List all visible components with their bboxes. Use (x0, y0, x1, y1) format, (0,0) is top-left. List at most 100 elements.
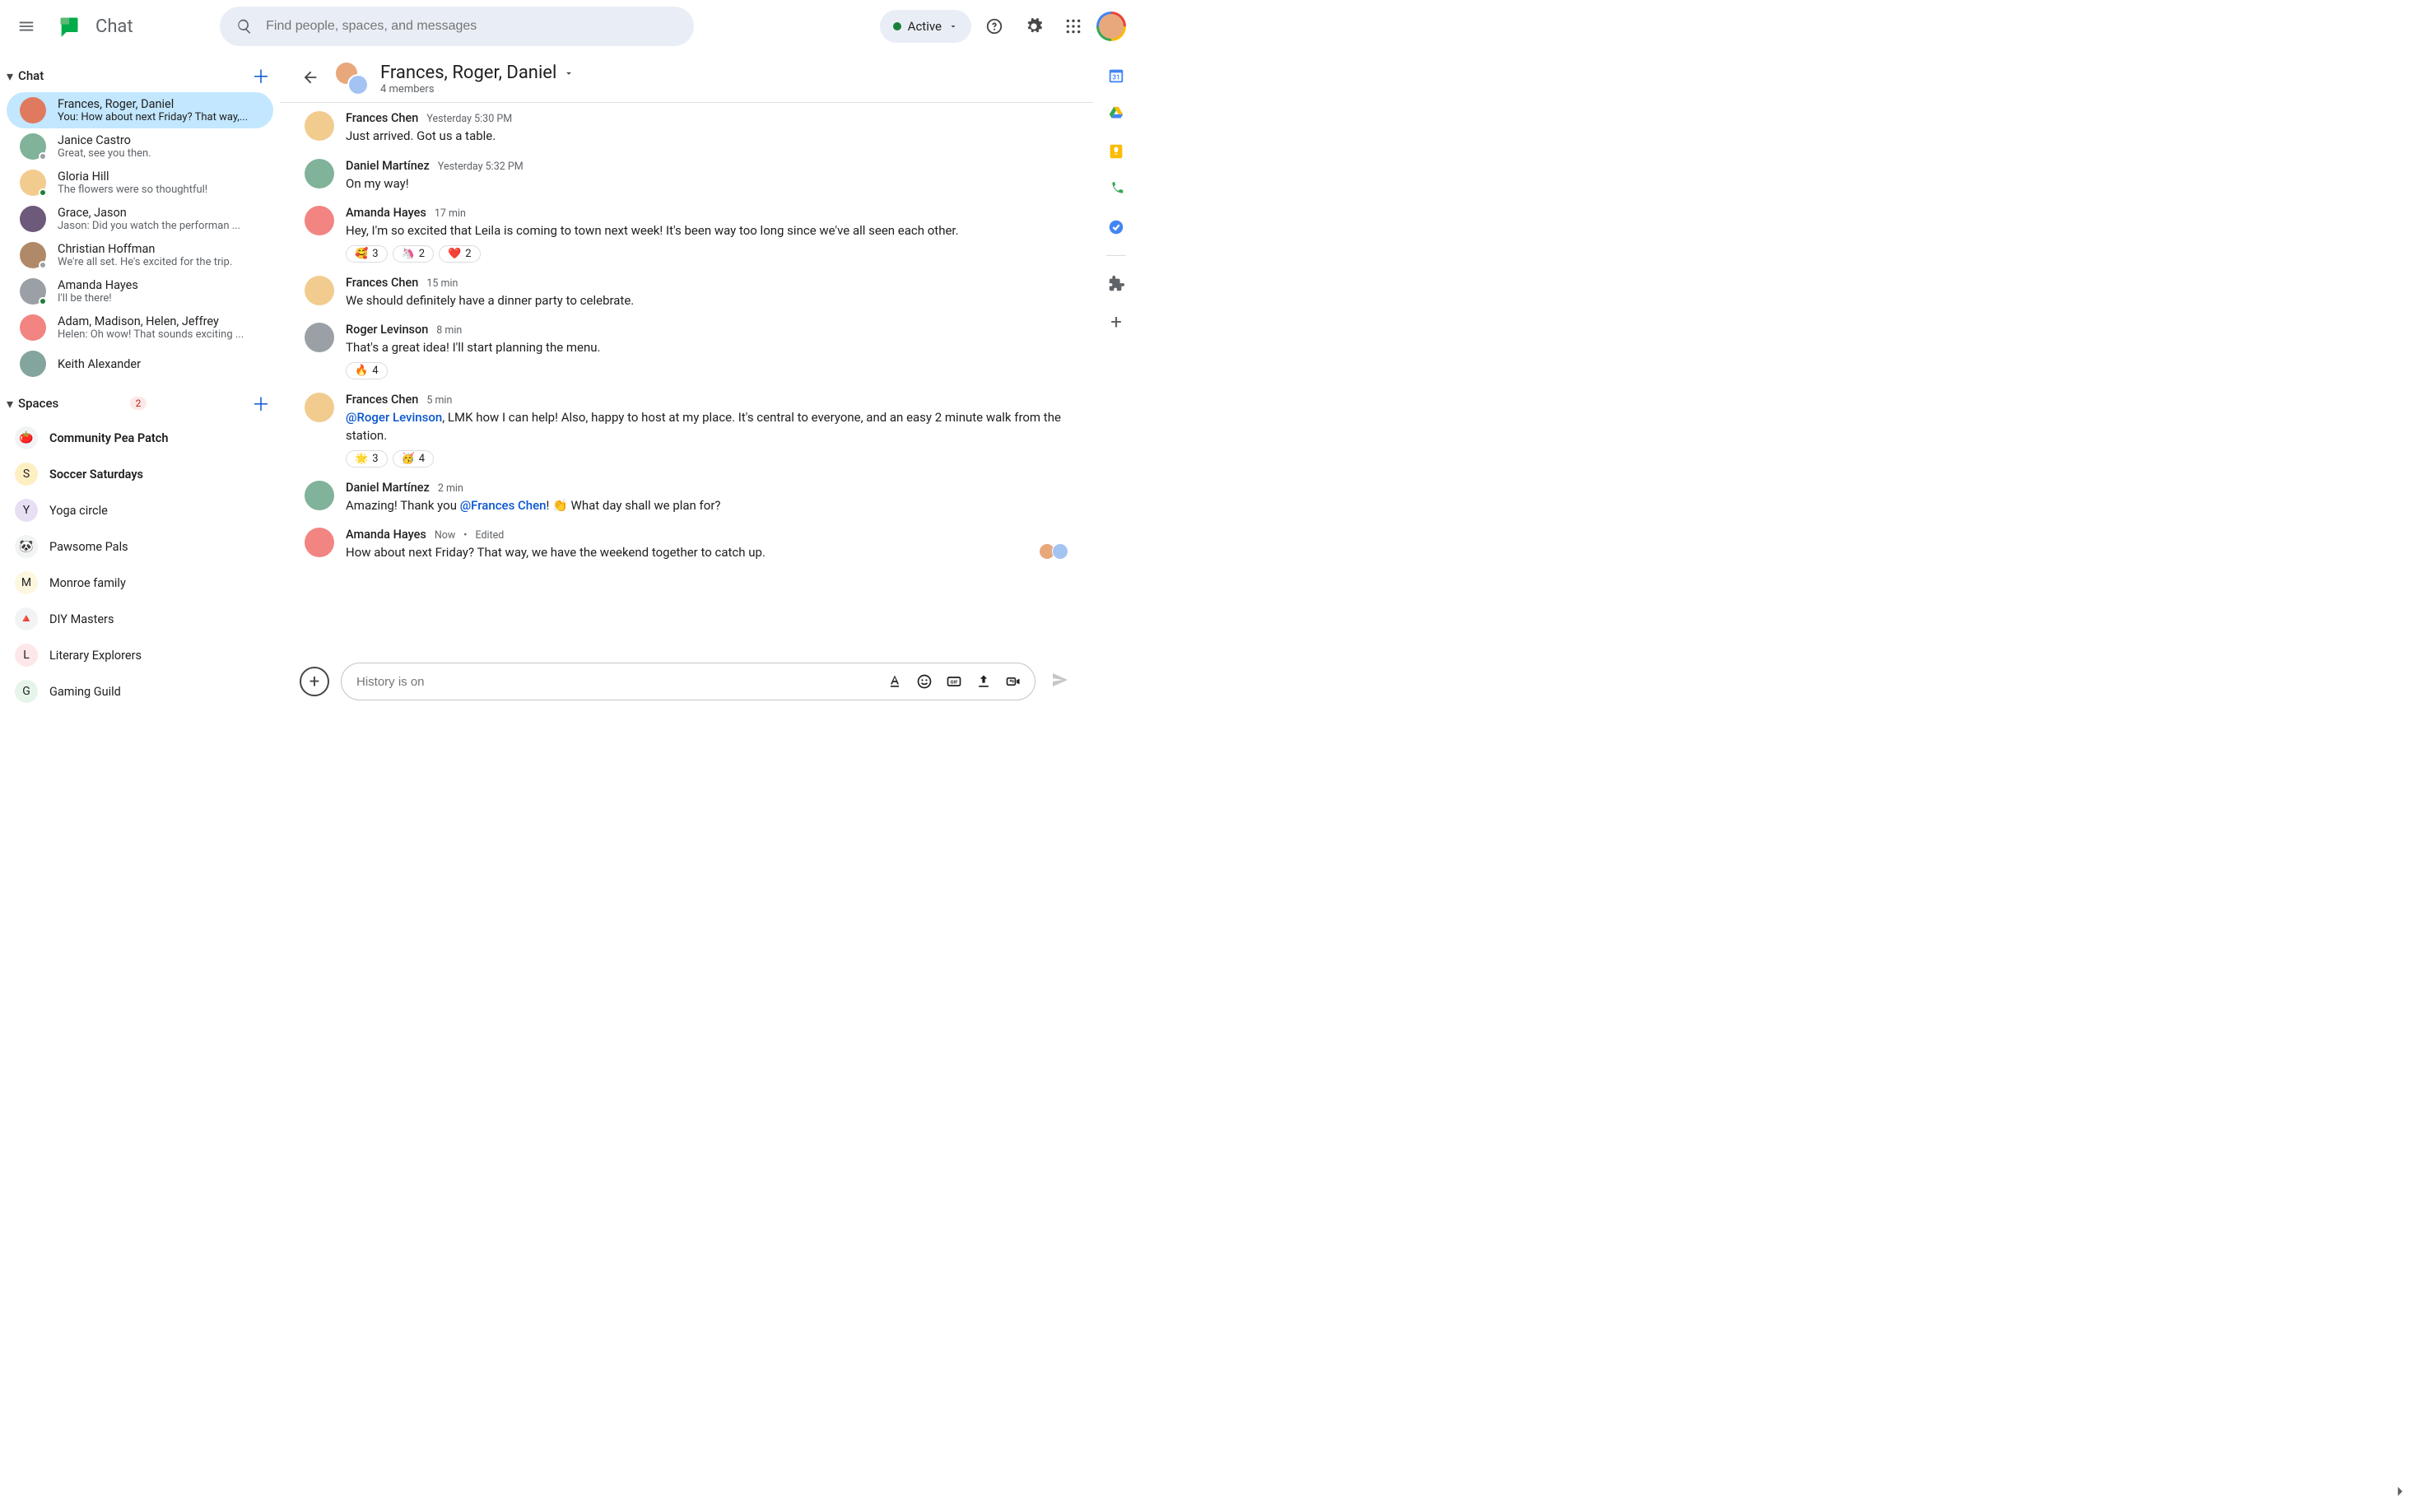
conversation-title-text: Frances, Roger, Daniel (380, 63, 556, 83)
message-avatar (305, 323, 334, 352)
chat-list: Frances, Roger, DanielYou: How about nex… (0, 92, 280, 382)
message-sender: Daniel Martínez (346, 481, 430, 495)
message: Amanda Hayes17 minHey, I'm so excited th… (305, 206, 1068, 263)
emoji-button[interactable] (911, 668, 938, 695)
message-time: 15 min (426, 277, 458, 290)
chat-section-header[interactable]: ▾ Chat ＋ (0, 59, 280, 92)
add-attachment-button[interactable]: + (300, 667, 329, 696)
chat-section-title: Chat (18, 68, 252, 83)
reaction-chip[interactable]: 🔥4 (346, 362, 388, 379)
video-meet-button[interactable]: + (1000, 668, 1026, 695)
mention[interactable]: @Frances Chen (460, 498, 547, 513)
reactions: 🔥4 (346, 362, 1068, 379)
conversation-title[interactable]: Frances, Roger, Daniel (380, 63, 575, 83)
apps-button[interactable] (1057, 10, 1090, 43)
chat-item-preview: Helen: Oh wow! That sounds exciting ... (58, 328, 263, 341)
reaction-chip[interactable]: 🦄2 (393, 245, 435, 263)
account-avatar[interactable] (1096, 12, 1126, 41)
new-space-button[interactable]: ＋ (252, 390, 270, 416)
format-button[interactable] (882, 668, 908, 695)
collapse-panel-button[interactable] (2390, 1482, 2408, 1504)
app-name: Chat (95, 16, 133, 37)
message-avatar (305, 528, 334, 557)
upload-button[interactable] (970, 668, 997, 695)
chat-item-preview: I'll be there! (58, 292, 263, 305)
chat-avatar (20, 170, 46, 196)
message-time: Now (435, 529, 455, 542)
message: Daniel MartínezYesterday 5:32 PMOn my wa… (305, 159, 1068, 193)
compose-toolbar: GIF + (882, 668, 1026, 695)
settings-button[interactable] (1017, 10, 1050, 43)
chat-item[interactable]: Amanda HayesI'll be there! (7, 273, 273, 309)
compose-box[interactable]: GIF + (341, 663, 1035, 700)
addons-icon[interactable] (1106, 274, 1126, 294)
reaction-chip[interactable]: 🥰3 (346, 245, 388, 263)
space-item[interactable]: 🍅Community Pea Patch (0, 420, 280, 456)
status-label: Active (908, 19, 942, 34)
space-item[interactable]: GGaming Guild (0, 673, 280, 709)
new-chat-button[interactable]: ＋ (252, 63, 270, 89)
chat-item[interactable]: Grace, JasonJason: Did you watch the per… (7, 201, 273, 237)
side-panel-rail: 31 + (1093, 53, 1139, 714)
message-text: Just arrived. Got us a table. (346, 127, 1068, 146)
search-bar[interactable] (220, 7, 694, 46)
voice-app-icon[interactable] (1106, 179, 1126, 199)
send-button[interactable] (1047, 667, 1073, 696)
chat-item[interactable]: Janice CastroGreat, see you then. (7, 128, 273, 165)
space-item[interactable]: 🐼Pawsome Pals (0, 528, 280, 565)
message: Amanda HayesNow•EditedHow about next Fri… (305, 528, 1068, 565)
spaces-section-header[interactable]: ▾ Spaces 2 ＋ (0, 387, 280, 420)
space-item-name: Pawsome Pals (49, 540, 128, 554)
message-sender: Roger Levinson (346, 323, 428, 337)
message-sender: Frances Chen (346, 111, 418, 125)
reaction-chip[interactable]: 🌟3 (346, 450, 388, 468)
calendar-app-icon[interactable]: 31 (1106, 66, 1126, 86)
status-dot-icon (893, 22, 901, 30)
space-item-name: Monroe family (49, 576, 126, 590)
message-sender: Amanda Hayes (346, 206, 426, 220)
get-addons-button[interactable]: + (1106, 312, 1126, 332)
svg-text:31: 31 (1112, 74, 1119, 82)
message-avatar (305, 393, 334, 422)
back-button[interactable] (296, 63, 324, 95)
conversation-subtitle: 4 members (380, 83, 575, 95)
header-actions: Active (880, 10, 1126, 43)
space-item[interactable]: 🌮Recipe exchange (0, 709, 280, 714)
mention[interactable]: @Roger Levinson (346, 410, 442, 425)
chat-item[interactable]: Christian HoffmanWe're all set. He's exc… (7, 237, 273, 273)
keep-app-icon[interactable] (1106, 142, 1126, 161)
chat-item-preview: We're all set. He's excited for the trip… (58, 256, 263, 268)
space-item[interactable]: MMonroe family (0, 565, 280, 601)
space-item[interactable]: YYoga circle (0, 492, 280, 528)
message-text: Amazing! Thank you @Frances Chen! 👏 What… (346, 496, 1068, 515)
search-input[interactable] (266, 19, 677, 34)
message-time: Yesterday 5:32 PM (438, 161, 524, 173)
help-button[interactable] (978, 10, 1011, 43)
space-item[interactable]: SSoccer Saturdays (0, 456, 280, 492)
message-avatar (305, 276, 334, 305)
status-chip[interactable]: Active (880, 10, 971, 43)
reaction-chip[interactable]: 🥳4 (393, 450, 435, 468)
space-item[interactable]: 🔺DIY Masters (0, 601, 280, 637)
space-list: 🍅Community Pea PatchSSoccer SaturdaysYYo… (0, 420, 280, 714)
gif-button[interactable]: GIF (941, 668, 967, 695)
space-avatar: G (15, 680, 38, 703)
reactions: 🥰3 🦄2❤️2 (346, 245, 1068, 263)
chat-item-preview: Great, see you then. (58, 147, 263, 160)
chat-avatar (20, 278, 46, 305)
chat-item[interactable]: Adam, Madison, Helen, JeffreyHelen: Oh w… (7, 309, 273, 346)
chat-avatar (20, 314, 46, 341)
chat-item[interactable]: Keith Alexander (7, 346, 273, 382)
reaction-chip[interactable]: ❤️2 (439, 245, 481, 263)
space-item[interactable]: LLiterary Explorers (0, 637, 280, 673)
chat-item[interactable]: Frances, Roger, DanielYou: How about nex… (7, 92, 273, 128)
chat-item-preview: You: How about next Friday? That way,... (58, 111, 263, 123)
conversation-header: Frances, Roger, Daniel 4 members (280, 53, 1093, 103)
tasks-app-icon[interactable] (1106, 217, 1126, 237)
main-menu-button[interactable] (7, 7, 46, 46)
search-icon (236, 18, 253, 35)
drive-app-icon[interactable] (1106, 104, 1126, 123)
compose-input[interactable] (356, 675, 877, 689)
message: Frances Chen5 min@Roger Levinson, LMK ho… (305, 393, 1068, 468)
chat-item[interactable]: Gloria HillThe flowers were so thoughtfu… (7, 165, 273, 201)
